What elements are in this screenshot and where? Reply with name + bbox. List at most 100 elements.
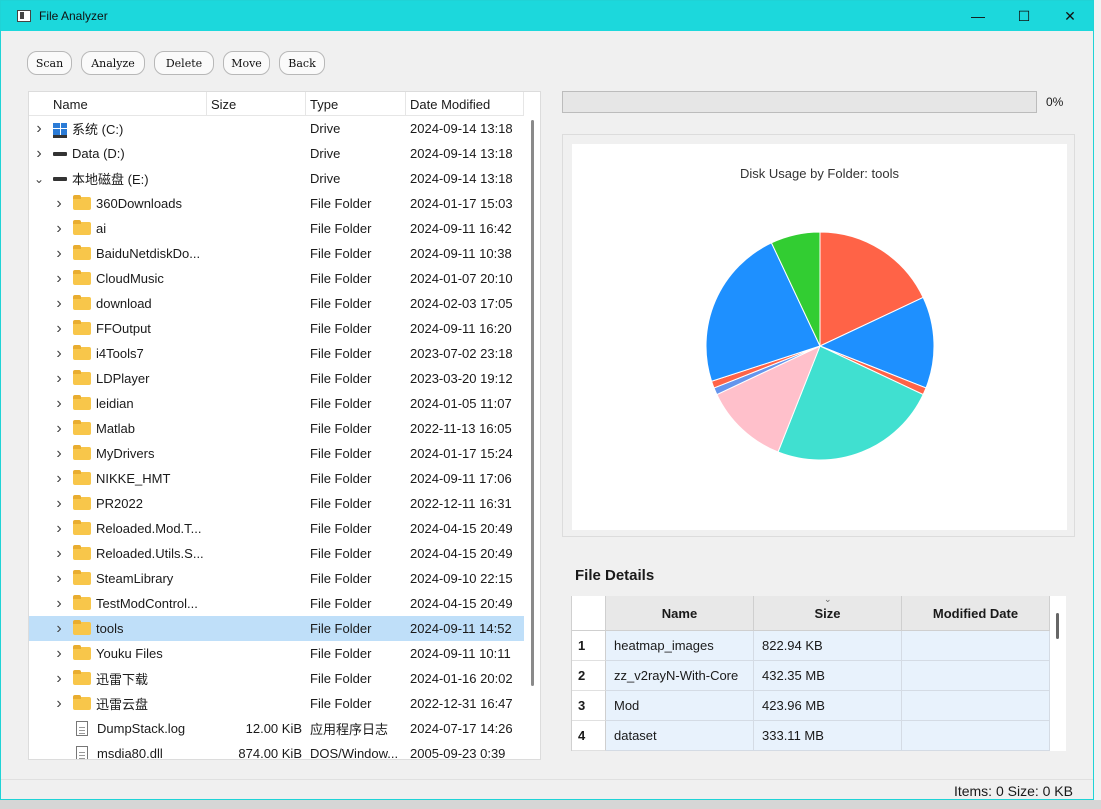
tree-row[interactable]: › ai File Folder 2024-09-11 16:42 [29,216,524,241]
table-row[interactable]: 4 dataset 333.11 MB [572,721,1066,751]
delete-button[interactable]: Delete [154,51,214,75]
close-button[interactable]: ✕ [1047,1,1093,31]
tree-row[interactable]: msdia80.dll 874.00 KiB DOS/Window... 2005-0… [29,741,524,759]
tree-row[interactable]: › BaiduNetdiskDo... File Folder 2024-09-11 … [29,241,524,266]
tree-type-cell: File Folder [310,296,372,311]
folder-icon [73,220,91,235]
chevron-right-icon[interactable]: › [53,370,65,388]
tree-date-cell: 2024-09-11 10:11 [410,646,511,661]
chevron-right-icon[interactable]: › [53,445,65,463]
table-row[interactable]: 2 zz_v2rayN-With-Core 432.35 MB [572,661,1066,691]
folder-icon [73,695,91,710]
maximize-button[interactable]: ☐ [1001,1,1047,31]
tree-row[interactable]: › i4Tools7 File Folder 2023-07-02 23:18 [29,341,524,366]
tree-row[interactable]: › 迅雷下载 File Folder 2024-01-16 20:02 [29,666,524,691]
tree-size-cell [207,591,306,616]
chevron-right-icon[interactable]: › [53,395,65,413]
tree-row[interactable]: › Data (D:) Drive 2024-09-14 13:18 [29,141,524,166]
folder-icon [73,395,91,410]
tree-row[interactable]: › Reloaded.Mod.T... File Folder 2024-04-15 … [29,516,524,541]
app-window: File Analyzer — ☐ ✕ Scan Analyze Delete … [0,0,1094,800]
chevron-right-icon[interactable]: › [53,545,65,563]
tree-row[interactable]: › Youku Files File Folder 2024-09-11 10:11 [29,641,524,666]
table-scrollbar[interactable] [1056,613,1059,639]
tree-row[interactable]: ⌄ 本地磁盘 (E:) Drive 2024-09-14 13:18 [29,166,524,191]
tree-row[interactable]: › 360Downloads File Folder 2024-01-17 15:03 [29,191,524,216]
folder-icon [73,620,91,635]
tree-name-cell: › Reloaded.Utils.S... [29,541,207,566]
tree-item-label: TestModControl... [96,596,198,611]
modified-date-cell [902,631,1050,661]
chevron-right-icon[interactable]: › [53,220,65,238]
minimize-button[interactable]: — [955,1,1001,31]
tree-date-cell: 2024-01-16 20:02 [410,671,513,686]
tree-row[interactable]: › MyDrivers File Folder 2024-01-17 15:24 [29,441,524,466]
tree-type-cell: File Folder [310,346,372,361]
progress-bar [562,91,1037,113]
column-header-name[interactable]: Name [606,596,754,631]
column-header-type[interactable]: Type [306,92,406,116]
chevron-right-icon[interactable]: › [53,420,65,438]
chevron-right-icon[interactable]: › [53,195,65,213]
chevron-right-icon[interactable]: › [53,520,65,538]
chevron-right-icon[interactable]: › [53,470,65,488]
tree-row[interactable]: › LDPlayer File Folder 2023-03-20 19:12 [29,366,524,391]
size-cell: 822.94 KB [754,631,902,661]
tree-size-cell [207,491,306,516]
tree-date-cell: 2024-02-03 17:05 [410,296,513,311]
chevron-down-icon[interactable]: ⌄ [33,172,45,186]
tree-row[interactable]: › Reloaded.Utils.S... File Folder 2024-04-1… [29,541,524,566]
move-button[interactable]: Move [223,51,270,75]
tree-row[interactable]: › 系统 (C:) Drive 2024-09-14 13:18 [29,116,524,141]
tree-row[interactable]: › TestModControl... File Folder 2024-04-15 … [29,591,524,616]
tree-row[interactable]: › 迅雷云盘 File Folder 2022-12-31 16:47 [29,691,524,716]
chevron-right-icon[interactable]: › [53,695,65,713]
tree-type-cell: File Folder [310,396,372,411]
tree-scrollbar[interactable] [531,120,534,686]
back-button[interactable]: Back [279,51,325,75]
chevron-right-icon[interactable]: › [53,645,65,663]
tree-date-cell: 2024-09-11 10:38 [410,246,512,261]
tree-row[interactable]: › NIKKE_HMT File Folder 2024-09-11 17:06 [29,466,524,491]
column-header-modified-date[interactable]: Modified Date [902,596,1050,631]
tree-row[interactable]: › Matlab File Folder 2022-11-13 16:05 [29,416,524,441]
chevron-right-icon[interactable]: › [53,620,65,638]
tree-row[interactable]: › download File Folder 2024-02-03 17:05 [29,291,524,316]
tree-type-cell: File Folder [310,196,372,211]
table-row[interactable]: 1 heatmap_images 822.94 KB [572,631,1066,661]
column-header-name[interactable]: Name [29,92,207,116]
chevron-right-icon[interactable]: › [53,570,65,588]
tree-row[interactable]: › CloudMusic File Folder 2024-01-07 20:10 [29,266,524,291]
chevron-right-icon[interactable]: › [33,120,45,138]
tree-row[interactable]: › leidian File Folder 2024-01-05 11:07 [29,391,524,416]
column-header-size[interactable]: ⌄ Size [754,596,902,631]
file-tree[interactable]: Name ^ Size Type Date Modified › 系统 (C:) D… [28,91,541,760]
chevron-right-icon[interactable]: › [53,320,65,338]
chevron-right-icon[interactable]: › [53,670,65,688]
analyze-button[interactable]: Analyze [81,51,145,75]
size-cell: 333.11 MB [754,721,902,751]
column-header-date[interactable]: Date Modified [406,92,524,116]
chevron-right-icon[interactable]: › [53,270,65,288]
table-corner[interactable] [572,596,606,631]
chevron-right-icon[interactable]: › [53,245,65,263]
tree-item-label: NIKKE_HMT [96,471,171,486]
title-bar[interactable]: File Analyzer — ☐ ✕ [1,1,1093,31]
chevron-right-icon[interactable]: › [53,295,65,313]
tree-size-cell [207,366,306,391]
tree-row[interactable]: › tools File Folder 2024-09-11 14:52 [29,616,524,641]
tree-row[interactable]: DumpStack.log 12.00 KiB 应用程序日志 2024-07-17 1… [29,716,524,741]
drive-icon [53,151,67,156]
tree-row[interactable]: › PR2022 File Folder 2022-12-11 16:31 [29,491,524,516]
tree-name-cell: › 360Downloads [29,191,207,216]
column-header-size[interactable]: ^ Size [207,92,306,116]
chevron-right-icon[interactable]: › [53,495,65,513]
chevron-right-icon[interactable]: › [53,345,65,363]
table-row[interactable]: 3 Mod 423.96 MB [572,691,1066,721]
tree-type-cell: 应用程序日志 [310,722,389,737]
chevron-right-icon[interactable]: › [33,145,45,163]
scan-button[interactable]: Scan [27,51,72,75]
tree-row[interactable]: › FFOutput File Folder 2024-09-11 16:20 [29,316,524,341]
tree-row[interactable]: › SteamLibrary File Folder 2024-09-10 22:15 [29,566,524,591]
chevron-right-icon[interactable]: › [53,595,65,613]
